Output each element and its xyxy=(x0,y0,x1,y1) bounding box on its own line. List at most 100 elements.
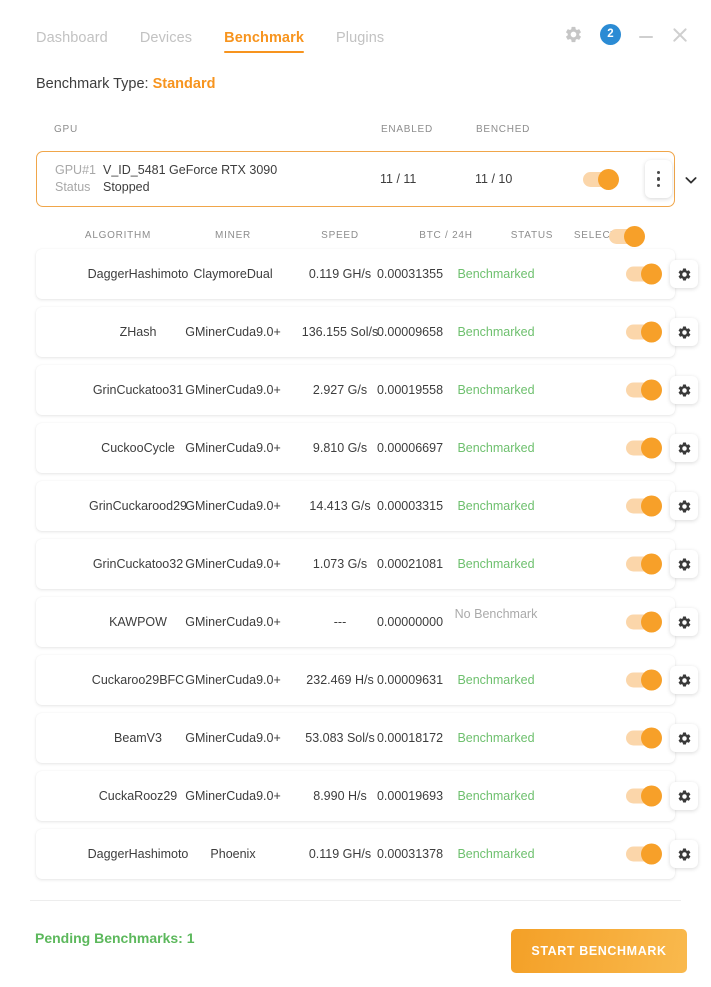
row-gear-icon[interactable] xyxy=(670,782,698,810)
row-enable-toggle[interactable] xyxy=(626,325,660,340)
kebab-dot xyxy=(657,177,660,180)
table-row[interactable]: GrinCuckatoo32GMinerCuda9.0+1.073 G/s0.0… xyxy=(36,539,675,589)
gpu-id-label: GPU#1 xyxy=(55,163,103,177)
table-row[interactable]: CuckaRooz29GMinerCuda9.0+8.990 H/s0.0001… xyxy=(36,771,675,821)
row-enable-toggle[interactable] xyxy=(626,731,660,746)
table-row[interactable]: DaggerHashimotoClaymoreDual0.119 GH/s0.0… xyxy=(36,249,675,299)
benchmark-type-text: Benchmark Type: xyxy=(36,76,149,92)
cell-speed: 2.927 G/s xyxy=(313,383,367,397)
row-enable-toggle[interactable] xyxy=(626,383,660,398)
gpu-benched-value: 11 / 10 xyxy=(475,172,512,186)
nav-tab-plugins[interactable]: Plugins xyxy=(336,30,384,53)
cell-status: Benchmarked xyxy=(457,499,534,513)
table-row[interactable]: CuckooCycleGMinerCuda9.0+9.810 G/s0.0000… xyxy=(36,423,675,473)
cell-algorithm: CuckaRooz29 xyxy=(99,789,178,803)
gpu-name-line: GPU#1 V_ID_5481 GeForce RTX 3090 xyxy=(55,163,277,177)
row-enable-toggle[interactable] xyxy=(626,615,660,630)
nav-tab-dashboard[interactable]: Dashboard xyxy=(36,30,108,53)
cell-miner: GMinerCuda9.0+ xyxy=(185,441,281,455)
row-gear-icon[interactable] xyxy=(670,666,698,694)
cell-status: Benchmarked xyxy=(457,441,534,455)
cell-status: Benchmarked xyxy=(457,267,534,281)
row-gear-icon[interactable] xyxy=(670,608,698,636)
gpu-device-card[interactable]: GPU#1 V_ID_5481 GeForce RTX 3090 Status … xyxy=(36,151,675,207)
row-gear-icon[interactable] xyxy=(670,492,698,520)
row-gear-icon[interactable] xyxy=(670,840,698,868)
cell-speed: 8.990 H/s xyxy=(313,789,367,803)
gpu-header-gpu: GPU xyxy=(54,124,78,135)
row-enable-toggle[interactable] xyxy=(626,499,660,514)
cell-status: Benchmarked xyxy=(457,383,534,397)
table-row[interactable]: ZHashGMinerCuda9.0+136.155 Sol/s0.000096… xyxy=(36,307,675,357)
cell-miner: ClaymoreDual xyxy=(193,267,272,281)
close-button[interactable] xyxy=(671,26,689,44)
gpu-name: V_ID_5481 GeForce RTX 3090 xyxy=(103,163,277,177)
gpu-expand-chevron-down-icon[interactable] xyxy=(683,172,699,188)
benchmark-window: Dashboard Devices Benchmark Plugins 2 Bench… xyxy=(0,0,711,987)
cell-algorithm: KAWPOW xyxy=(109,615,167,629)
toggle-knob xyxy=(641,611,662,632)
gpu-enable-toggle[interactable] xyxy=(583,172,617,187)
row-gear-icon[interactable] xyxy=(670,260,698,288)
cell-miner: GMinerCuda9.0+ xyxy=(185,383,281,397)
gpu-kebab-menu-icon[interactable] xyxy=(645,160,672,198)
table-row[interactable]: DaggerHashimotoPhoenix0.119 GH/s0.000313… xyxy=(36,829,675,879)
cell-miner: GMinerCuda9.0+ xyxy=(185,557,281,571)
toggle-knob xyxy=(641,495,662,516)
row-enable-toggle[interactable] xyxy=(626,557,660,572)
cell-miner: GMinerCuda9.0+ xyxy=(185,789,281,803)
cell-algorithm: BeamV3 xyxy=(114,731,162,745)
cell-miner: GMinerCuda9.0+ xyxy=(185,499,281,513)
cell-btc: 0.00009658 xyxy=(377,325,443,339)
col-header-miner: MINER xyxy=(215,230,251,241)
row-gear-icon[interactable] xyxy=(670,434,698,462)
row-enable-toggle[interactable] xyxy=(626,673,660,688)
cell-status: Benchmarked xyxy=(457,557,534,571)
row-enable-toggle[interactable] xyxy=(626,441,660,456)
gpu-header-enabled: ENABLED xyxy=(381,124,433,135)
toggle-knob xyxy=(641,843,662,864)
cell-status: Benchmarked xyxy=(457,731,534,745)
row-gear-icon[interactable] xyxy=(670,318,698,346)
cell-btc: 0.00009631 xyxy=(377,673,443,687)
nav-tab-devices[interactable]: Devices xyxy=(140,30,192,53)
algorithm-list: DaggerHashimotoClaymoreDual0.119 GH/s0.0… xyxy=(36,249,675,887)
row-enable-toggle[interactable] xyxy=(626,789,660,804)
toggle-knob xyxy=(598,169,619,190)
toggle-knob xyxy=(641,263,662,284)
cell-btc: 0.00003315 xyxy=(377,499,443,513)
col-header-status: STATUS xyxy=(511,230,553,241)
row-enable-toggle[interactable] xyxy=(626,847,660,862)
start-benchmark-button[interactable]: START BENCHMARK xyxy=(511,929,687,973)
cell-algorithm: GrinCuckatoo31 xyxy=(93,383,183,397)
toggle-knob xyxy=(641,437,662,458)
cell-status: No Benchmark xyxy=(455,607,538,621)
cell-speed: 136.155 Sol/s xyxy=(302,325,378,339)
row-enable-toggle[interactable] xyxy=(626,267,660,282)
cell-btc: 0.00031355 xyxy=(377,267,443,281)
benchmark-type-label: Benchmark Type: Standard xyxy=(36,76,215,92)
table-row[interactable]: Cuckaroo29BFCGMinerCuda9.0+232.469 H/s0.… xyxy=(36,655,675,705)
nav-tab-benchmark[interactable]: Benchmark xyxy=(224,30,304,53)
row-gear-icon[interactable] xyxy=(670,376,698,404)
minimize-button[interactable] xyxy=(638,27,654,43)
gpu-device-info: GPU#1 V_ID_5481 GeForce RTX 3090 Status … xyxy=(55,163,277,197)
settings-gear-icon[interactable] xyxy=(564,25,583,44)
cell-miner: GMinerCuda9.0+ xyxy=(185,325,281,339)
cell-btc: 0.00031378 xyxy=(377,847,443,861)
table-row[interactable]: BeamV3GMinerCuda9.0+53.083 Sol/s0.000181… xyxy=(36,713,675,763)
gpu-status-label: Status xyxy=(55,180,103,194)
row-gear-icon[interactable] xyxy=(670,550,698,578)
benchmark-type-value[interactable]: Standard xyxy=(153,76,216,92)
table-row[interactable]: KAWPOWGMinerCuda9.0+---0.00000000No Benc… xyxy=(36,597,675,647)
gpu-header-benched: BENCHED xyxy=(476,124,530,135)
table-row[interactable]: GrinCuckarood29GMinerCuda9.0+14.413 G/s0… xyxy=(36,481,675,531)
notification-badge[interactable]: 2 xyxy=(600,24,621,45)
select-all-toggle[interactable] xyxy=(609,229,643,244)
table-row[interactable]: GrinCuckatoo31GMinerCuda9.0+2.927 G/s0.0… xyxy=(36,365,675,415)
cell-algorithm: GrinCuckarood29 xyxy=(89,499,187,513)
row-gear-icon[interactable] xyxy=(670,724,698,752)
cell-miner: GMinerCuda9.0+ xyxy=(185,731,281,745)
gpu-status-value: Stopped xyxy=(103,180,150,194)
cell-btc: 0.00018172 xyxy=(377,731,443,745)
